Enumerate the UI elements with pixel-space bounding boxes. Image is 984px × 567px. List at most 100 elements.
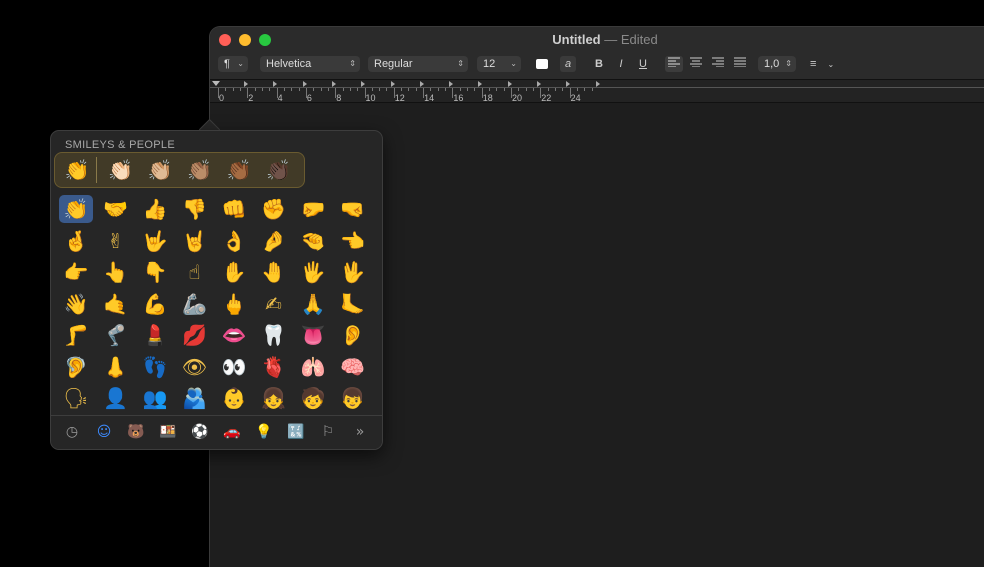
emoji-cell[interactable]: 👆 [99, 258, 133, 286]
emoji-cell-selected[interactable]: 👏 [59, 195, 93, 223]
emoji-cell[interactable]: 🖕 [217, 290, 251, 318]
first-line-indent-marker[interactable] [212, 81, 220, 86]
animals-icon[interactable]: 🐻 [125, 422, 147, 442]
skin-tone-option[interactable]: 👏🏿 [261, 156, 297, 184]
tab-stop-marker[interactable] [361, 81, 366, 87]
emoji-cell[interactable]: 🤚 [257, 258, 291, 286]
symbols-icon[interactable]: 🔣 [285, 422, 307, 442]
emoji-cell[interactable]: 🙏 [296, 290, 330, 318]
emoji-cell[interactable]: 🦷 [257, 321, 291, 349]
bold-button[interactable]: B [592, 56, 606, 72]
emoji-cell[interactable]: 🖖 [336, 258, 370, 286]
skin-tone-option[interactable]: 👏 [59, 156, 95, 184]
tab-stop-marker[interactable] [302, 81, 307, 87]
font-style-select[interactable]: Regular ⇕ [368, 56, 468, 72]
emoji-cell[interactable]: 🧒 [296, 384, 330, 412]
emoji-cell[interactable]: 👦 [336, 384, 370, 412]
underline-button[interactable]: U [636, 56, 650, 72]
list-style-button[interactable]: ≡ ⌄ [810, 56, 844, 72]
emoji-cell[interactable]: 🖐 [296, 258, 330, 286]
text-color-swatch[interactable] [536, 59, 548, 69]
emoji-cell[interactable]: 💪 [138, 290, 172, 318]
emoji-cell[interactable]: 🫀 [257, 353, 291, 381]
emoji-cell[interactable]: 🫂 [178, 384, 212, 412]
emoji-cell[interactable]: ✋ [217, 258, 251, 286]
skin-tone-option[interactable]: 👏🏼 [142, 156, 178, 184]
align-right-button[interactable] [709, 56, 727, 72]
tab-stop-marker[interactable] [273, 81, 278, 87]
emoji-cell[interactable]: 👤 [99, 384, 133, 412]
emoji-cell[interactable]: 🤛 [296, 195, 330, 223]
food-icon[interactable]: 🍱 [157, 422, 179, 442]
emoji-cell[interactable]: ✊ [257, 195, 291, 223]
more-icon[interactable]: » [349, 422, 371, 442]
emoji-cell[interactable]: 👌 [217, 227, 251, 255]
emoji-cell[interactable]: ☝ [178, 258, 212, 286]
emoji-cell[interactable]: 🦵 [59, 321, 93, 349]
emoji-cell[interactable]: 👉 [59, 258, 93, 286]
emoji-cell[interactable]: 👃 [99, 353, 133, 381]
flags-icon[interactable]: ⚐ [317, 422, 339, 442]
emoji-cell[interactable]: 🦾 [178, 290, 212, 318]
font-family-select[interactable]: Helvetica ⇕ [260, 56, 360, 72]
emoji-cell[interactable]: 👊 [217, 195, 251, 223]
travel-icon[interactable]: 🚗 [221, 422, 243, 442]
emoji-cell[interactable]: 🦻 [59, 353, 93, 381]
emoji-cell[interactable]: 👈 [336, 227, 370, 255]
tab-stop-marker[interactable] [566, 81, 571, 87]
emoji-cell[interactable]: 🤜 [336, 195, 370, 223]
emoji-cell[interactable]: 🤞 [59, 227, 93, 255]
tab-stop-marker[interactable] [507, 81, 512, 87]
emoji-cell[interactable]: 🗣 [59, 384, 93, 412]
emoji-cell[interactable]: 👄 [217, 321, 251, 349]
tab-stop-marker[interactable] [419, 81, 424, 87]
emoji-cell[interactable]: 👎 [178, 195, 212, 223]
emoji-cell[interactable]: 👍 [138, 195, 172, 223]
emoji-cell[interactable]: 🤟 [138, 227, 172, 255]
font-size-select[interactable]: 12 ⌄ [477, 56, 521, 72]
emoji-cell[interactable]: 👥 [138, 384, 172, 412]
tab-stop-marker[interactable] [537, 81, 541, 87]
emoji-cell[interactable]: 🤏 [296, 227, 330, 255]
skin-tone-option[interactable]: 👏🏾 [221, 156, 257, 184]
emoji-cell[interactable]: 🤝 [99, 195, 133, 223]
emoji-cell[interactable]: 👁 [178, 353, 212, 381]
justify-button[interactable] [731, 56, 749, 72]
ruler[interactable]: 0 2 4 6 8 10 12 14 16 18 20 22 24 [210, 80, 984, 103]
emoji-cell[interactable]: 🦶 [336, 290, 370, 318]
emoji-cell[interactable]: ✌ [99, 227, 133, 255]
emoji-cell[interactable]: 👅 [296, 321, 330, 349]
tab-stop-marker[interactable] [449, 81, 454, 87]
emoji-cell[interactable]: 👋 [59, 290, 93, 318]
tab-stop-marker[interactable] [595, 81, 600, 87]
emoji-cell[interactable]: 🤌 [257, 227, 291, 255]
emoji-cell[interactable]: 👂 [336, 321, 370, 349]
emoji-cell[interactable]: 🧠 [336, 353, 370, 381]
tab-stop-marker[interactable] [244, 81, 248, 87]
tab-stop-marker[interactable] [390, 81, 395, 87]
emoji-cell[interactable]: 💄 [138, 321, 172, 349]
tab-stop-marker[interactable] [478, 81, 483, 87]
emoji-cell[interactable]: 👧 [257, 384, 291, 412]
smileys-icon[interactable]: ☺ [93, 422, 115, 442]
italic-button[interactable]: I [614, 56, 628, 72]
background-color-button[interactable]: a [560, 56, 576, 72]
objects-icon[interactable]: 💡 [253, 422, 275, 442]
emoji-cell[interactable]: 🦿 [99, 321, 133, 349]
emoji-cell[interactable]: 👶 [217, 384, 251, 412]
align-left-button[interactable] [665, 56, 683, 72]
align-center-button[interactable] [687, 56, 705, 72]
emoji-cell[interactable]: 💋 [178, 321, 212, 349]
paragraph-styles-button[interactable]: ¶ ⌄ [218, 56, 248, 72]
emoji-cell[interactable]: 👣 [138, 353, 172, 381]
skin-tone-option[interactable]: 👏🏻 [103, 156, 139, 184]
emoji-cell[interactable]: 🤙 [99, 290, 133, 318]
tab-stop-marker[interactable] [331, 81, 336, 87]
skin-tone-option[interactable]: 👏🏽 [182, 156, 218, 184]
emoji-cell[interactable]: 🫁 [296, 353, 330, 381]
emoji-cell[interactable]: 👀 [217, 353, 251, 381]
emoji-cell[interactable]: 👇 [138, 258, 172, 286]
line-spacing-select[interactable]: 1,0 ⇕ [758, 56, 796, 72]
emoji-cell[interactable]: ✍ [257, 290, 291, 318]
recent-icon[interactable]: ◷ [61, 422, 83, 442]
